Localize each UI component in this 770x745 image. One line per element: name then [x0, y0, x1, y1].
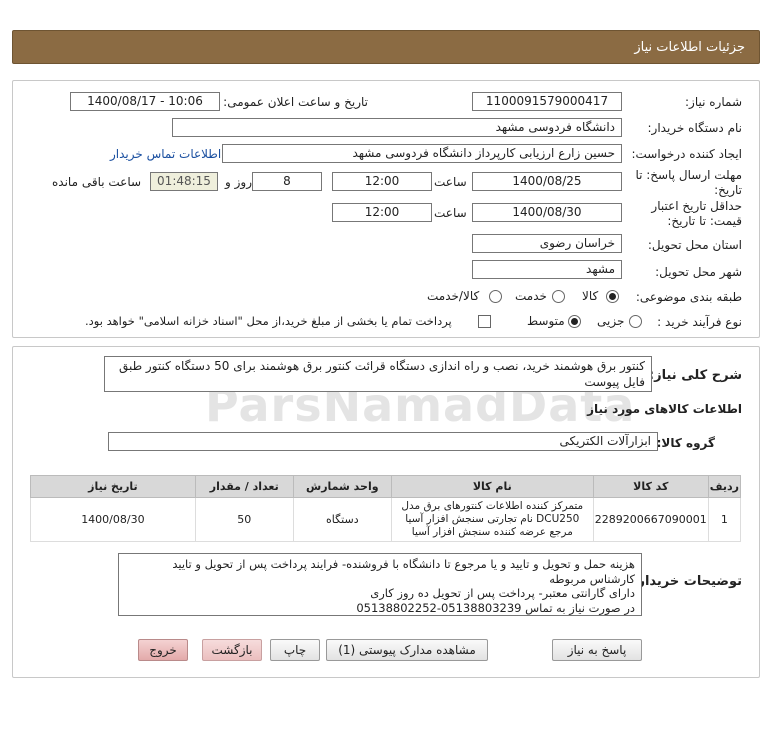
summary-label: شرح کلی نیاز: [648, 368, 742, 383]
col-date: تاریخ نیاز [30, 475, 196, 498]
remaining-time-field: 01:48:15 [150, 172, 218, 191]
notes-line: در صورت نیاز به تماس 05138803239-0513880… [356, 600, 635, 615]
notes-line: دارای گارانتی معتبر- پرداخت پس از تحویل … [370, 586, 635, 600]
process-medium-radio[interactable] [568, 315, 581, 328]
remaining-label: ساعت باقی مانده [52, 175, 142, 189]
process-medium-label: متوسط [527, 314, 565, 328]
notes-line: هزینه حمل و تحویل و تایید و یا مرجوع تا … [172, 557, 635, 586]
city-label: شهر محل تحویل: [655, 265, 742, 279]
buyer-org-label: نام دستگاه خریدار: [647, 121, 743, 135]
province-field: خراسان رضوی [472, 234, 622, 253]
process-minor-radio[interactable] [629, 315, 642, 328]
process-label: نوع فرآیند خرید : [657, 315, 742, 329]
category-service-label: خدمت [515, 289, 547, 303]
category-service-radio[interactable] [552, 290, 565, 303]
back-button[interactable]: بازگشت [202, 639, 262, 661]
table-row: 1 2289200667090001 متمرکز کننده اطلاعات … [30, 497, 742, 542]
reply-button[interactable]: پاسخ به نیاز [552, 639, 642, 661]
category-goods-radio[interactable] [606, 290, 619, 303]
days-label: روز و [225, 175, 252, 189]
cell-code: 2289200667090001 [592, 497, 709, 542]
validity-date-field: 1400/08/30 [472, 203, 622, 222]
treasury-payment-text: پرداخت تمام یا بخشی از مبلغ خرید،از محل … [85, 314, 452, 328]
cell-date: 1400/08/30 [30, 497, 196, 542]
buyer-org-field: دانشگاه فردوسی مشهد [172, 118, 622, 137]
need-number-field: 1100091579000417 [472, 92, 622, 111]
deadline-time-label: ساعت [434, 175, 467, 189]
cell-unit: دستگاه [292, 497, 392, 542]
process-minor-label: جزیی [597, 314, 625, 328]
page-title: جزئیات اطلاعات نیاز [634, 40, 745, 55]
exit-button[interactable]: خروج [138, 639, 188, 661]
col-name: نام کالا [390, 475, 594, 498]
category-both-label: کالا/خدمت [427, 289, 480, 303]
cell-name: متمرکز کننده اطلاعات کنتورهای برق مدل DC… [390, 497, 594, 542]
requester-field: حسین زارع ارزیابی کارپرداز دانشگاه فردوس… [222, 144, 622, 163]
days-field: 8 [252, 172, 322, 191]
validity-label: حداقل تاریخ اعتبار قیمت: تا تاریخ: [651, 199, 742, 228]
deadline-time-field: 12:00 [332, 172, 432, 191]
category-both-radio[interactable] [489, 290, 502, 303]
deadline-label: مهلت ارسال پاسخ: تا تاریخ: [635, 168, 742, 197]
validity-time-field: 12:00 [332, 203, 432, 222]
col-qty: تعداد / مقدار [194, 475, 294, 498]
treasury-payment-checkbox[interactable] [478, 315, 491, 328]
category-goods-label: کالا [582, 289, 599, 303]
need-number-label: شماره نیاز: [685, 95, 742, 109]
goods-table: ردیف کد کالا نام کالا واحد شمارش تعداد /… [30, 475, 742, 542]
buyer-notes: هزینه حمل و تحویل و تایید و یا مرجوع تا … [118, 553, 642, 616]
announce-field: 1400/08/17 - 10:06 [70, 92, 220, 111]
goods-group-field: ابزارآلات الکتریکی [108, 432, 658, 451]
cell-qty: 50 [194, 497, 294, 542]
validity-time-label: ساعت [434, 206, 467, 220]
contact-buyer-link[interactable]: اطلاعات تماس خریدار [110, 147, 221, 161]
notes-label: توضیحات خریدار: [632, 574, 742, 589]
requester-label: ایجاد کننده درخواست: [631, 147, 742, 161]
col-code: کد کالا [592, 475, 709, 498]
goods-section-title: اطلاعات کالاهای مورد نیاز [587, 402, 742, 416]
announce-label: تاریخ و ساعت اعلان عمومی: [223, 95, 368, 109]
view-attachments-button[interactable]: مشاهده مدارک پیوستی (1) [326, 639, 488, 661]
category-label: طبقه بندی موضوعی: [635, 290, 742, 304]
cell-row: 1 [707, 497, 742, 542]
goods-group-label: گروه کالا: [656, 436, 715, 450]
province-label: استان محل تحویل: [647, 238, 742, 252]
print-button[interactable]: چاپ [270, 639, 320, 661]
col-unit: واحد شمارش [292, 475, 392, 498]
summary-field: کنتور برق هوشمند خرید، نصب و راه اندازی … [104, 356, 652, 392]
deadline-date-field: 1400/08/25 [472, 172, 622, 191]
page-header: جزئیات اطلاعات نیاز [12, 30, 760, 64]
city-field: مشهد [472, 260, 622, 279]
col-row: ردیف [707, 475, 742, 498]
